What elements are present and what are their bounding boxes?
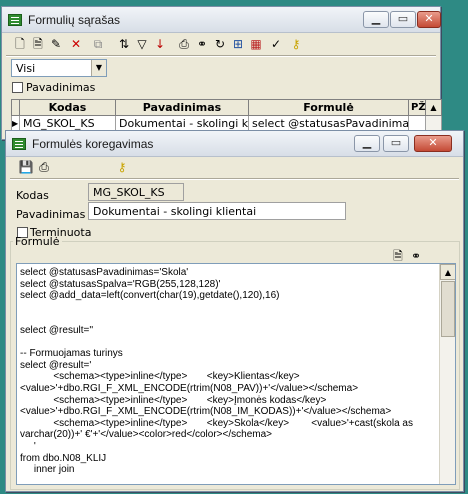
open-doc-icon[interactable]: 🗎 <box>30 36 46 52</box>
minimize-button[interactable]: ▁ <box>354 135 380 152</box>
formula-line[interactable]: ' <box>20 441 435 453</box>
formula-line[interactable] <box>20 302 435 314</box>
formula-line[interactable]: from dbo.N08_KLIJ <box>20 453 435 465</box>
cell-pavadinimas[interactable]: Dokumentai - skolingi klientai <box>115 115 249 131</box>
open-doc-icon[interactable]: 🗎 <box>390 248 406 264</box>
list-window-title: Formulių sąrašas <box>28 13 121 27</box>
new-doc-icon[interactable]: 🗋 <box>12 36 28 52</box>
scroll-up-arrow[interactable]: ▲ <box>440 264 455 280</box>
formula-line[interactable]: <schema><type>inline</type> <key>Skola</… <box>20 418 435 430</box>
table-header-row: Kodas Pavadinimas Formulė PŽ ▲ <box>11 99 442 116</box>
list-toolbar: 🗋 🗎 ✎ ✕ ⧉ ⇅ ▽ ↓ ⎙ ⚭ ↻ ⊞ ▦ ✓ ⚷ <box>6 34 436 54</box>
formula-line[interactable]: select @result=' <box>20 360 435 372</box>
list-window-titlebar[interactable]: Formulių sąrašas ▁ ▭ ✕ <box>2 7 441 33</box>
filter-icon[interactable]: ▽ <box>134 36 150 52</box>
key-icon[interactable]: ⚷ <box>288 36 304 52</box>
formula-edit-window: Formulės koregavimas ▁ ▭ ✕ 💾 ⎙ ⚷ Kodas M… <box>5 130 464 492</box>
toolbar-separator <box>6 55 436 57</box>
scroll-thumb[interactable] <box>441 281 455 337</box>
tree-icon[interactable]: ⊞ <box>230 36 246 52</box>
window-app-icon <box>8 14 22 26</box>
filter-combo[interactable]: Visi ▼ <box>11 59 107 77</box>
pavadinimas-label: Pavadinimas <box>16 208 86 221</box>
formula-line[interactable]: varchar(20))+' €'+'</value><color>red</c… <box>20 429 435 441</box>
formula-line[interactable]: select @result='' <box>20 325 435 337</box>
column-header-pz[interactable]: PŽ <box>408 99 426 116</box>
column-header-kodas[interactable]: Kodas <box>19 99 116 116</box>
formula-line[interactable] <box>20 313 435 325</box>
editor-scrollbar[interactable]: ▲ <box>439 264 455 484</box>
maximize-button[interactable]: ▭ <box>383 135 409 152</box>
pavadinimas-checkbox[interactable] <box>12 82 23 93</box>
search-binoculars-icon[interactable]: ⚭ <box>408 248 424 264</box>
formula-line[interactable] <box>20 337 435 349</box>
formule-group-label: Formulė <box>15 235 60 248</box>
window-app-icon <box>12 138 26 150</box>
kodas-label: Kodas <box>16 189 49 202</box>
formula-line[interactable]: select @statusasSpalva='RGB(255,128,128)… <box>20 279 435 291</box>
sort-icon[interactable]: ⇅ <box>116 36 132 52</box>
minimize-button[interactable]: ▁ <box>363 11 389 28</box>
check-icon[interactable]: ✓ <box>268 36 284 52</box>
print-icon[interactable]: ⎙ <box>176 36 192 52</box>
edit-window-title: Formulės koregavimas <box>32 137 154 151</box>
formule-editor[interactable]: select @statusasPavadinimas='Skola' selec… <box>16 263 456 485</box>
formula-line[interactable]: <schema><type>inline</type> <key>Įmonės … <box>20 395 435 407</box>
edit-window-titlebar[interactable]: Formulės koregavimas ▁ ▭ ✕ <box>6 131 463 157</box>
toolbar-separator <box>10 178 459 180</box>
formula-line[interactable]: select @add_data=left(convert(char(19),g… <box>20 290 435 302</box>
print-icon[interactable]: ⎙ <box>36 159 52 175</box>
formula-line[interactable]: <value>'+dbo.RGI_F_XML_ENCODE(rtrim(N08_… <box>20 406 435 418</box>
formulas-table: Kodas Pavadinimas Formulė PŽ ▲ ▶ MG_SKOL… <box>11 99 442 131</box>
chevron-down-icon[interactable]: ▼ <box>91 60 106 76</box>
save-icon[interactable]: 💾 <box>18 159 34 175</box>
kodas-field[interactable]: MG_SKOL_KS <box>88 183 184 201</box>
cell-kodas[interactable]: MG_SKOL_KS <box>19 115 116 131</box>
edit-icon[interactable]: ✎ <box>48 36 64 52</box>
maximize-button[interactable]: ▭ <box>390 11 416 28</box>
sort-az-icon[interactable]: ↓ <box>152 36 168 52</box>
formule-text[interactable]: select @statusasPavadinimas='Skola' selec… <box>17 264 455 479</box>
table-scrollbar[interactable] <box>425 115 442 131</box>
row-indicator-header <box>11 99 20 116</box>
close-button[interactable]: ✕ <box>417 11 441 28</box>
cell-formule[interactable]: select @statusasPavadinimas='Skc <box>248 115 409 131</box>
search-binoculars-icon[interactable]: ⚭ <box>194 36 210 52</box>
delete-icon[interactable]: ✕ <box>68 36 84 52</box>
calendar-icon[interactable]: ▦ <box>248 36 264 52</box>
refresh-icon[interactable]: ↻ <box>212 36 228 52</box>
pavadinimas-field[interactable]: Dokumentai - skolingi klientai <box>88 202 346 220</box>
column-header-formule[interactable]: Formulė <box>248 99 409 116</box>
formula-line[interactable]: select @statusasPavadinimas='Skola' <box>20 267 435 279</box>
filter-combo-value: Visi <box>16 62 36 75</box>
cell-pz-checkbox[interactable] <box>408 115 426 131</box>
formula-line[interactable]: -- Formuojamas turinys <box>20 348 435 360</box>
pavadinimas-checkbox-label: Pavadinimas <box>26 81 96 94</box>
close-button[interactable]: ✕ <box>414 135 452 152</box>
table-row[interactable]: ▶ MG_SKOL_KS Dokumentai - skolingi klien… <box>11 115 442 131</box>
key-icon[interactable]: ⚷ <box>114 159 130 175</box>
scroll-up-arrow[interactable]: ▲ <box>425 99 442 116</box>
edit-toolbar: 💾 ⎙ ⚷ <box>10 157 459 177</box>
row-selected-indicator: ▶ <box>11 115 20 131</box>
copy-icon[interactable]: ⧉ <box>90 36 106 52</box>
formula-line[interactable]: <schema><type>inline</type> <key>Klienta… <box>20 371 435 383</box>
formula-line[interactable]: inner join <box>20 464 435 476</box>
column-header-pavadinimas[interactable]: Pavadinimas <box>115 99 249 116</box>
formula-line[interactable]: <value>'+dbo.RGI_F_XML_ENCODE(rtrim(N08_… <box>20 383 435 395</box>
formulas-list-window: Formulių sąrašas ▁ ▭ ✕ 🗋 🗎 ✎ ✕ ⧉ ⇅ ▽ ↓ ⎙… <box>1 6 442 140</box>
